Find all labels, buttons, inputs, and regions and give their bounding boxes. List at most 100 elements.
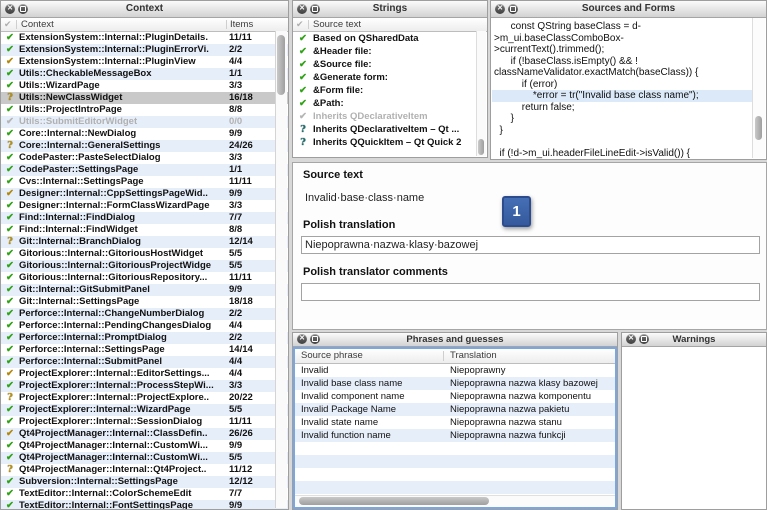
float-icon[interactable] <box>18 4 28 14</box>
context-items-count: 11/11 <box>229 176 281 188</box>
string-source-text: &Generate form: <box>313 71 477 84</box>
string-source-text: &Path: <box>313 97 477 110</box>
string-row[interactable]: ✔&Header file: <box>293 45 487 58</box>
phrases-column-header[interactable]: Source phrase Translation <box>295 349 615 364</box>
context-row[interactable]: ?ProjectExplorer::Internal::ProjectExplo… <box>1 392 288 404</box>
close-icon[interactable]: ✕ <box>5 4 15 14</box>
source-phrase-column-label[interactable]: Source phrase <box>301 349 363 363</box>
context-row[interactable]: ✔Perforce::Internal::ChangeNumberDialog2… <box>1 308 288 320</box>
context-row[interactable]: ✔Perforce::Internal::SubmitPanel4/4 <box>1 356 288 368</box>
phrase-row[interactable]: Invalid function nameNiepoprawna nazwa f… <box>295 429 615 442</box>
strings-column-header[interactable]: ✔ Source text <box>293 18 487 32</box>
context-row[interactable]: ✔Designer::Internal::FormClassWizardPage… <box>1 200 288 212</box>
context-row[interactable]: ✔ProjectExplorer::Internal::SessionDialo… <box>1 416 288 428</box>
translation-column-label[interactable]: Translation <box>450 349 497 363</box>
context-titlebar[interactable]: ✕ Context <box>1 1 288 18</box>
context-row[interactable]: ✔Perforce::Internal::PromptDialog2/2 <box>1 332 288 344</box>
context-row[interactable]: ✔ExtensionSystem::Internal::PluginDetail… <box>1 32 288 44</box>
phrase-row[interactable]: Invalid state nameNiepoprawna nazwa stan… <box>295 416 615 429</box>
float-icon[interactable] <box>639 334 649 344</box>
context-column-header[interactable]: ✔ Context Items <box>1 18 288 32</box>
context-row[interactable]: ?Git::Internal::BranchDialog12/14 <box>1 236 288 248</box>
context-row[interactable]: ✔Find::Internal::FindDialog7/7 <box>1 212 288 224</box>
context-row[interactable]: ✔Cvs::Internal::SettingsPage11/11 <box>1 176 288 188</box>
close-icon[interactable]: ✕ <box>297 4 307 14</box>
context-row[interactable]: ✔TextEditor::Internal::FontSettingsPage9… <box>1 500 288 510</box>
context-row[interactable]: ✔Find::Internal::FindWidget8/8 <box>1 224 288 236</box>
context-row[interactable]: ✔CodePaster::SettingsPage1/1 <box>1 164 288 176</box>
context-row[interactable]: ✔Utils::SubmitEditorWidget0/0 <box>1 116 288 128</box>
string-row[interactable]: ✔&Generate form: <box>293 71 487 84</box>
context-items-count: 0/0 <box>229 116 281 128</box>
strings-titlebar[interactable]: ✕ Strings <box>293 1 487 18</box>
scrollbar-thumb[interactable] <box>277 35 285 95</box>
phrases-titlebar[interactable]: ✕ Phrases and guesses <box>293 333 617 347</box>
context-row[interactable]: ✔TextEditor::Internal::ColorSchemeEdit7/… <box>1 488 288 500</box>
string-row[interactable]: ✔&Source file: <box>293 58 487 71</box>
phrase-row[interactable]: Invalid component nameNiepoprawna nazwa … <box>295 390 615 403</box>
phrase-row[interactable]: Invalid base class nameNiepoprawna nazwa… <box>295 377 615 390</box>
context-name: CodePaster::SettingsPage <box>19 164 224 176</box>
context-row[interactable]: ✔ExtensionSystem::Internal::PluginErrorV… <box>1 44 288 56</box>
float-icon[interactable] <box>310 334 320 344</box>
phrases-horizontal-scrollbar[interactable] <box>295 495 615 507</box>
string-row[interactable]: ?Inherits QQuickItem – Qt Quick 2 <box>293 136 487 149</box>
string-row[interactable]: ?Inherits QDeclarativeItem – Qt ... <box>293 123 487 136</box>
string-row[interactable]: ✔Inherits QDeclarativeItem <box>293 110 487 123</box>
context-row[interactable]: ✔Designer::Internal::CppSettingsPageWid.… <box>1 188 288 200</box>
scrollbar-thumb[interactable] <box>755 116 762 140</box>
context-items-count: 3/3 <box>229 380 281 392</box>
string-row[interactable]: ✔&Path: <box>293 97 487 110</box>
context-items-count: 4/4 <box>229 356 281 368</box>
warnings-titlebar[interactable]: ✕ Warnings <box>622 333 766 347</box>
items-column-label[interactable]: Items <box>230 18 253 31</box>
context-scrollbar[interactable] <box>275 31 287 508</box>
context-row[interactable]: ✔Perforce::Internal::SettingsPage14/14 <box>1 344 288 356</box>
polish-translation-input[interactable] <box>301 236 760 254</box>
translator-comments-input[interactable] <box>301 283 760 301</box>
context-row[interactable]: ✔Utils::ProjectIntroPage8/8 <box>1 104 288 116</box>
context-row[interactable]: ✔ProjectExplorer::Internal::ProcessStepW… <box>1 380 288 392</box>
context-row[interactable]: ✔CodePaster::PasteSelectDialog3/3 <box>1 152 288 164</box>
strings-scrollbar[interactable] <box>476 31 486 156</box>
sources-titlebar[interactable]: ✕ Sources and Forms <box>491 1 766 18</box>
done-icon: ✔ <box>4 68 16 80</box>
scrollbar-thumb[interactable] <box>478 139 484 155</box>
close-icon[interactable]: ✕ <box>495 4 505 14</box>
scrollbar-thumb[interactable] <box>299 497 489 505</box>
context-row[interactable]: ✔Qt4ProjectManager::Internal::CustomWi..… <box>1 452 288 464</box>
float-icon[interactable] <box>310 4 320 14</box>
context-row[interactable]: ✔Gitorious::Internal::GitoriousProjectWi… <box>1 260 288 272</box>
context-row[interactable]: ✔Qt4ProjectManager::Internal::CustomWi..… <box>1 440 288 452</box>
string-row[interactable]: ✔&Form file: <box>293 84 487 97</box>
context-row[interactable]: ✔Perforce::Internal::PendingChangesDialo… <box>1 320 288 332</box>
context-row[interactable]: ✔Git::Internal::GitSubmitPanel9/9 <box>1 284 288 296</box>
context-row[interactable]: ?Qt4ProjectManager::Internal::Qt4Project… <box>1 464 288 476</box>
done-icon: ✔ <box>4 224 16 236</box>
float-icon[interactable] <box>508 4 518 14</box>
context-row[interactable]: ✔Git::Internal::SettingsPage18/18 <box>1 296 288 308</box>
source-code-view[interactable]: const QString baseClass = d->m_ui.baseCl… <box>492 18 753 158</box>
context-row[interactable]: ✔Gitorious::Internal::GitoriousRepositor… <box>1 272 288 284</box>
unfinished-icon: ? <box>4 140 16 152</box>
context-row[interactable]: ✔ProjectExplorer::Internal::EditorSettin… <box>1 368 288 380</box>
done-warning-icon: ✔ <box>4 188 16 200</box>
context-row[interactable]: ✔ExtensionSystem::Internal::PluginView4/… <box>1 56 288 68</box>
phrase-row[interactable]: Invalid Package NameNiepoprawna nazwa pa… <box>295 403 615 416</box>
string-row[interactable]: ✔Based on QSharedData <box>293 32 487 45</box>
close-icon[interactable]: ✕ <box>626 334 636 344</box>
context-row[interactable]: ✔Qt4ProjectManager::Internal::ClassDefin… <box>1 428 288 440</box>
phrase-row[interactable]: InvalidNiepoprawny <box>295 364 615 377</box>
context-row[interactable]: ✔Subversion::Internal::SettingsPage12/12 <box>1 476 288 488</box>
sources-scrollbar[interactable] <box>752 18 765 158</box>
close-icon[interactable]: ✕ <box>297 334 307 344</box>
context-row[interactable]: ✔ProjectExplorer::Internal::WizardPage5/… <box>1 404 288 416</box>
context-row[interactable]: ✔Utils::CheckableMessageBox1/1 <box>1 68 288 80</box>
context-row[interactable]: ?Utils::NewClassWidget16/18 <box>1 92 288 104</box>
source-text-column-label[interactable]: Source text <box>313 18 361 31</box>
context-row[interactable]: ✔Core::Internal::NewDialog9/9 <box>1 128 288 140</box>
context-row[interactable]: ?Core::Internal::GeneralSettings24/26 <box>1 140 288 152</box>
context-row[interactable]: ✔Gitorious::Internal::GitoriousHostWidge… <box>1 248 288 260</box>
context-column-label[interactable]: Context <box>21 18 54 31</box>
context-row[interactable]: ✔Utils::WizardPage3/3 <box>1 80 288 92</box>
